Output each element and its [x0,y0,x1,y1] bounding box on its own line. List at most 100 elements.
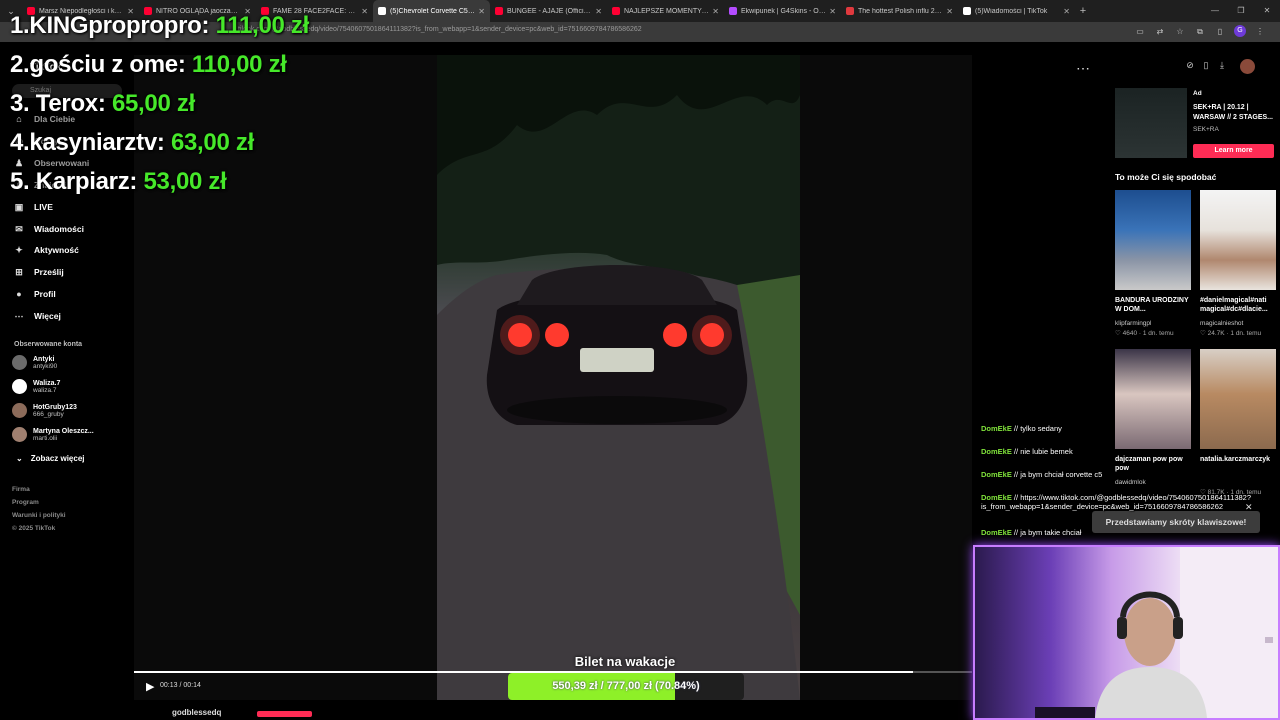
tab-title: Ekwipunek | G4Skins - Otwieraj [741,7,827,15]
sidebar-item-label: Aktywność [34,245,79,255]
sidebar-item-prześlij[interactable]: ⊞ Prześlij [12,265,64,279]
tab-close-icon[interactable]: ✕ [595,7,602,16]
recommended-video-thumbnail[interactable] [1200,349,1276,449]
tail-light-glow-4 [692,315,732,355]
recommended-video-thumbnail[interactable] [1115,190,1191,290]
see-more-button[interactable]: ⌄ Zobacz więcej [16,454,85,463]
minimize-button[interactable]: — [1202,0,1228,22]
sidebar-item-label: LIVE [34,202,53,212]
account-name: Antyki [33,355,55,363]
account-text: Waliza.7 waliza.7 [33,380,60,394]
sidebar-item-profil[interactable]: ● Profil [12,287,56,301]
recommended-video-author[interactable]: dawidmlok [1115,479,1146,486]
cast-icon[interactable]: ▭ [1134,25,1146,39]
browser-tab[interactable]: NAJLEPSZE MOMENTY POLSKI✕ [607,0,724,22]
tail-light-glow-1 [500,315,540,355]
following-heading: Obserwowane konta [14,341,83,348]
tab-title: BUNGEE - AJAJE (Official Video) [507,7,592,15]
chevron-down-icon: ⌄ [16,454,23,463]
recommended-video-caption[interactable]: BANDURA URODZINY W DOM... [1115,296,1193,314]
sidebar-toggle-icon[interactable]: ▯ [1214,25,1226,39]
browser-tab[interactable]: The hottest Polish influ 2025 | L✕ [841,0,958,22]
tab-close-icon[interactable]: ✕ [829,7,836,16]
sidebar-item-label: Profil [34,289,56,299]
browser-tab[interactable]: (5)Wiadomości | TikTok ✕ [958,0,1075,22]
sidebar-item-live[interactable]: ▣ LIVE [12,200,53,214]
tab-close-icon[interactable]: ✕ [712,7,719,16]
donation-amount: 65,00 zł [111,90,195,117]
learn-more-button[interactable]: Learn more [1193,144,1274,158]
phone-icon[interactable]: ▯ [1201,60,1211,71]
account-text: Antyki antyki90 [33,356,57,370]
browser-menu-icon[interactable]: ⋮ [1254,25,1266,39]
recommended-video-caption[interactable]: natalia.karczmarczyk [1200,455,1278,464]
browser-tab[interactable]: BUNGEE - AJAJE (Official Video)✕ [490,0,607,22]
extensions-icon[interactable]: ⧉ [1194,25,1206,39]
chat-message: DomEkE // https://www.tiktok.com/@godble… [981,493,1252,511]
headphone-cup-right [1173,617,1183,639]
profile-avatar[interactable]: G [1234,25,1246,37]
tab-close-icon[interactable]: ✕ [1063,7,1070,16]
tail-light-3 [663,323,687,347]
upload-icon: ⊞ [15,266,23,277]
recommended-video-meta: ♡ 4640 · 1 dn. temu [1115,330,1174,337]
video-frame [437,55,800,700]
recommended-video-thumbnail[interactable] [1115,349,1191,449]
video-more-options-icon[interactable]: ⋯ [1076,60,1091,77]
sidebar-item-label: Prześlij [34,267,64,277]
chat-text: ja bym chciał corvette c5 [1020,470,1103,479]
download-icon[interactable]: ⤓ [1217,60,1227,71]
bookmark-star-icon[interactable]: ☆ [1174,25,1186,39]
followed-account[interactable]: Waliza.7 waliza.7 [12,379,60,394]
footer-link[interactable]: Firma [12,486,30,493]
account-handle: antyki90 [33,362,58,370]
donor-name: 1.KINGpropropro: [10,12,210,39]
new-tab-button[interactable]: + [1075,5,1091,17]
tab-close-icon[interactable]: ✕ [361,7,368,16]
avatar [12,403,27,418]
leaderboard-entry: 1.KINGpropropro: 111,00 zł [10,12,309,40]
translate-icon[interactable]: ⇄ [1154,25,1166,39]
tab-favicon-icon [846,7,854,15]
maximize-button[interactable]: ❐ [1228,0,1254,22]
followed-account[interactable]: Antyki antyki90 [12,355,57,370]
recommended-video-caption[interactable]: #danielmagical#nati magical#dc#dlacie... [1200,296,1278,314]
browser-tab[interactable]: Ekwipunek | G4Skins - Otwieraj✕ [724,0,841,22]
account-name: HotGruby123 [33,403,77,411]
sidebar-item-aktywność[interactable]: ✦ Aktywność [12,243,79,257]
browser-tab[interactable]: (5)Chevrolet Corvette C5 St ✕ [373,0,490,22]
ad-thumbnail[interactable] [1115,88,1187,158]
play-icon[interactable]: ▶ [146,680,154,693]
recommended-video-thumbnail[interactable] [1200,190,1276,290]
account-text: Martyna Oleszcz... marti.olii [33,428,94,442]
ad-label: Ad [1193,90,1202,97]
tab-title: NAJLEPSZE MOMENTY POLSKI [624,7,709,15]
tab-close-icon[interactable]: ✕ [478,7,485,16]
creator-name[interactable]: godblessedq [172,708,221,717]
recommended-video-author[interactable]: magicalnieshot [1200,320,1243,327]
tab-title: The hottest Polish influ 2025 | L [858,7,943,15]
follow-button[interactable] [257,711,312,717]
sidebar-item-więcej[interactable]: ⋯ Więcej [12,309,61,323]
ad-title[interactable]: SEK+RA | 20.12 | WARSAW // 2 STAGES... [1193,103,1277,123]
video-player[interactable] [437,55,800,700]
chat-message: DomEkE // ja bym chciał corvette c5 [981,470,1103,479]
user-avatar[interactable] [1240,59,1255,74]
sidebar-item-wiadomości[interactable]: ✉ Wiadomości [12,222,84,236]
close-window-button[interactable]: ✕ [1254,0,1280,22]
leaderboard-entry: 5. Karpiarz: 53,00 zł [10,168,227,196]
tab-title: (5)Wiadomości | TikTok [975,7,1048,15]
account-handle: waliza.7 [33,386,57,394]
compass-icon[interactable]: ⊘ [1185,60,1195,71]
followed-account[interactable]: HotGruby123 666_gruby [12,403,77,418]
avatar [12,427,27,442]
footer-link[interactable]: Warunki i polityki [12,512,66,519]
tab-close-icon[interactable]: ✕ [946,7,953,16]
footer-link[interactable]: Program [12,499,39,506]
goal-title: Bilet na wakacje [574,654,676,669]
sidebar-item-label: Więcej [34,311,61,321]
recommended-video-author[interactable]: klipfarmingpl [1115,320,1152,327]
streamer-head [1124,598,1176,666]
tab-favicon-icon [729,7,737,15]
followed-account[interactable]: Martyna Oleszcz... marti.olii [12,427,94,442]
